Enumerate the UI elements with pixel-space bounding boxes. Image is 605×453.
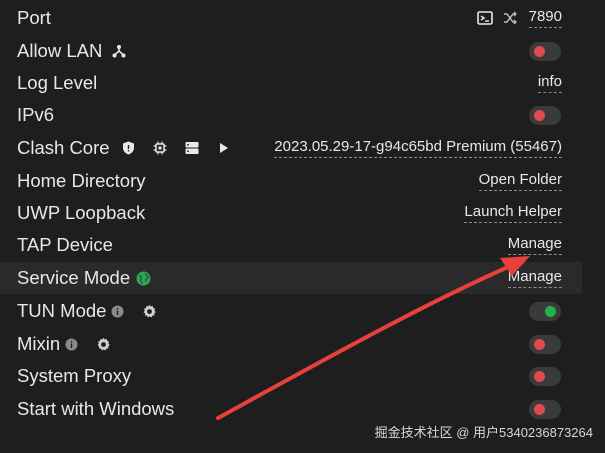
ipv6-label: IPv6 xyxy=(17,104,55,125)
tun-mode-toggle[interactable] xyxy=(529,301,561,321)
setting-row-clash-core: Clash Core 2023.05.29-17-g94c65bd Premiu… xyxy=(0,132,582,164)
chip-icon[interactable] xyxy=(153,141,167,155)
allow-lan-toggle[interactable] xyxy=(529,41,561,61)
launch-helper-button[interactable]: Launch Helper xyxy=(464,203,562,223)
setting-row-allow-lan: Allow LAN xyxy=(0,35,582,67)
toggle-knob xyxy=(534,370,545,382)
terminal-icon[interactable] xyxy=(476,11,493,25)
ipv6-toggle[interactable] xyxy=(529,105,561,125)
setting-row-system-proxy: System Proxy xyxy=(0,360,582,392)
clash-core-label: Clash Core xyxy=(17,137,110,158)
mixin-label: Mixin xyxy=(17,333,61,354)
uwp-loopback-label: UWP Loopback xyxy=(17,202,146,223)
info-icon[interactable] xyxy=(111,305,124,318)
watermark: 掘金技术社区 @ 用户5340236873264 xyxy=(374,425,593,440)
port-label: Port xyxy=(17,7,51,28)
toggle-knob xyxy=(534,45,545,57)
info-icon[interactable] xyxy=(65,338,78,351)
home-directory-label: Home Directory xyxy=(17,170,146,191)
setting-row-tap-device: TAP Device Manage xyxy=(0,229,582,261)
start-with-windows-label: Start with Windows xyxy=(17,398,175,419)
toggle-knob xyxy=(534,403,545,415)
mixin-toggle[interactable] xyxy=(529,334,561,354)
play-icon[interactable] xyxy=(219,142,229,154)
gear-icon[interactable] xyxy=(142,304,157,319)
globe-icon xyxy=(136,271,151,286)
clash-core-version[interactable]: 2023.05.29-17-g94c65bd Premium (55467) xyxy=(274,138,562,158)
network-icon[interactable] xyxy=(112,44,126,58)
tun-mode-label: TUN Mode xyxy=(17,300,107,321)
service-mode-manage-button[interactable]: Manage xyxy=(507,268,562,288)
setting-row-mixin: Mixin xyxy=(0,328,582,360)
setting-row-port: Port 7890 xyxy=(0,2,582,34)
log-level-label: Log Level xyxy=(17,72,98,93)
server-icon[interactable] xyxy=(185,141,199,155)
gear-icon[interactable] xyxy=(96,337,111,352)
shuffle-icon[interactable] xyxy=(503,11,517,25)
setting-row-home-directory: Home Directory Open Folder xyxy=(0,165,582,197)
setting-row-uwp-loopback: UWP Loopback Launch Helper xyxy=(0,197,582,229)
setting-row-log-level: Log Level info xyxy=(0,67,582,99)
setting-row-tun-mode: TUN Mode xyxy=(0,295,582,327)
setting-row-ipv6: IPv6 xyxy=(0,99,582,131)
toggle-knob xyxy=(534,338,545,350)
start-with-windows-toggle[interactable] xyxy=(529,399,561,419)
toggle-knob xyxy=(545,305,556,317)
allow-lan-label: Allow LAN xyxy=(17,40,103,61)
shield-icon[interactable] xyxy=(122,141,135,155)
system-proxy-label: System Proxy xyxy=(17,365,132,386)
log-level-select[interactable]: info xyxy=(537,73,562,93)
setting-row-service-mode: Service Mode Manage xyxy=(0,262,582,294)
port-value[interactable]: 7890 xyxy=(528,8,562,28)
tap-device-label: TAP Device xyxy=(17,234,113,255)
service-mode-label: Service Mode xyxy=(17,267,131,288)
open-folder-button[interactable]: Open Folder xyxy=(478,171,562,191)
tap-device-manage-button[interactable]: Manage xyxy=(507,235,562,255)
system-proxy-toggle[interactable] xyxy=(529,366,561,386)
setting-row-start-with-windows: Start with Windows xyxy=(0,393,582,425)
toggle-knob xyxy=(534,109,545,121)
